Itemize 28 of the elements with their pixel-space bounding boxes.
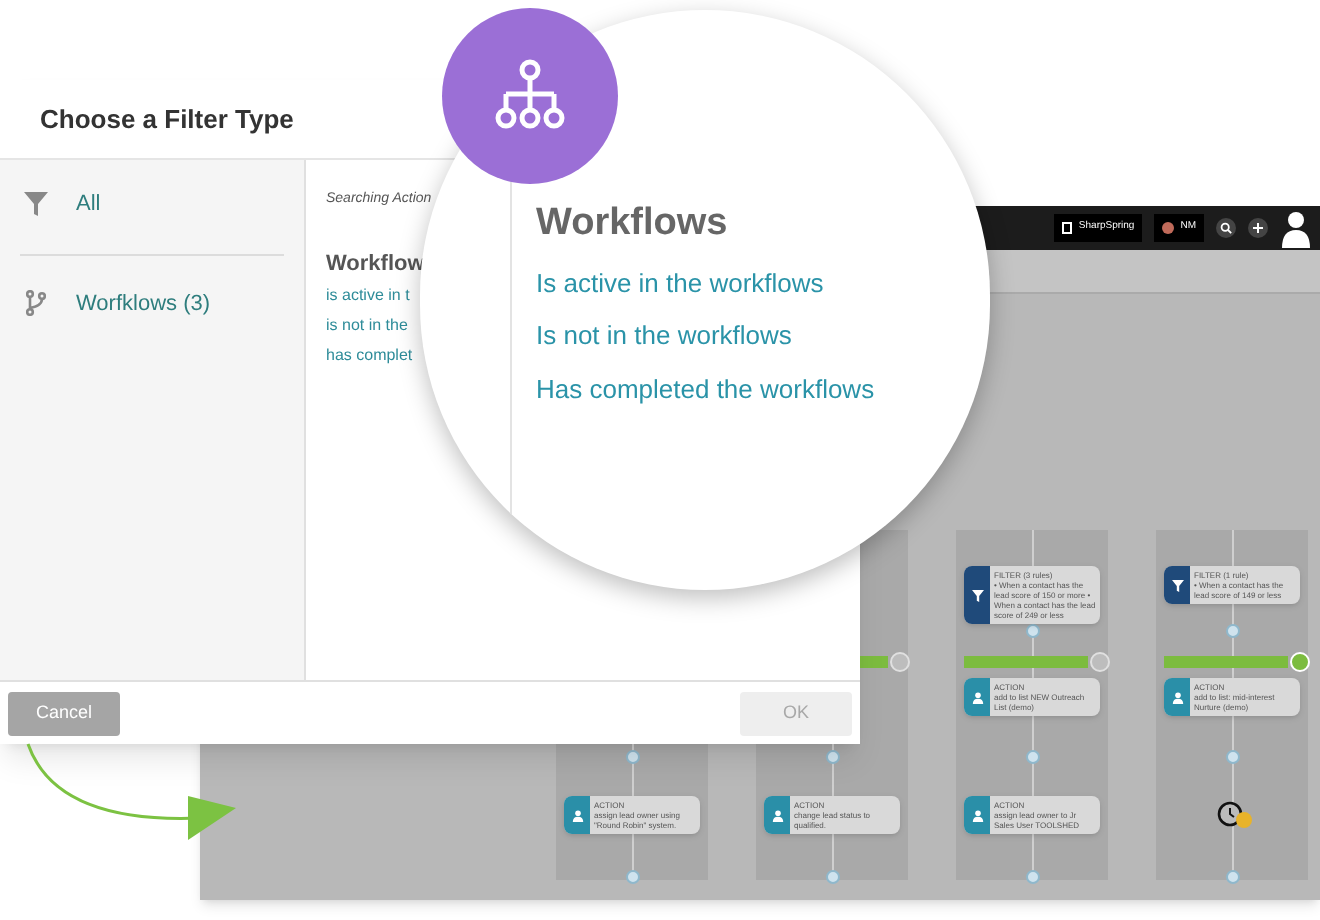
option-link[interactable]: is not in the [326,314,408,338]
cancel-button[interactable]: Cancel [8,691,120,735]
avatar-icon [1162,222,1175,234]
workflows-heading: Workflows [536,200,730,248]
dialog-title: Choose a Filter Type [40,101,294,138]
option-link[interactable]: has complet [326,344,413,368]
profile-icon[interactable] [1280,208,1312,248]
results-heading: Workflow [326,249,425,279]
branch-bar [1164,656,1288,668]
filter-icon [24,192,48,217]
person-icon [1171,691,1183,703]
option-link[interactable]: Is active in the workflows [536,263,824,302]
filter-icon [1171,579,1183,591]
person-icon [971,691,983,703]
option-link[interactable]: Is not in the workflows [536,316,792,355]
phone-icon [1062,222,1073,234]
category-link[interactable]: Worfklows (3) [76,287,211,320]
option-link[interactable]: Has completed the workflows [536,369,875,408]
category-link[interactable]: All [76,188,101,221]
add-icon[interactable] [1248,218,1268,238]
person-icon [771,809,783,821]
person-icon [971,809,983,821]
search-icon[interactable] [1216,218,1236,238]
timer-icon[interactable] [1216,798,1256,830]
option-link[interactable]: is active in t [326,284,410,308]
branch-icon [26,290,46,317]
branch-bar [964,656,1088,668]
person-icon [571,809,583,821]
